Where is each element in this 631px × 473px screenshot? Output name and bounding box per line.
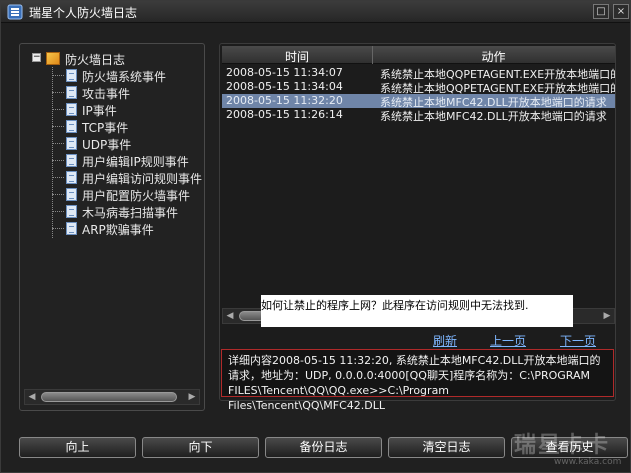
refresh-link[interactable]: 刷新 xyxy=(433,332,457,349)
tree-item-label: 木马病毒扫描事件 xyxy=(82,206,179,220)
tree-item-label: 防火墙系统事件 xyxy=(82,70,167,84)
tree-item-config-events[interactable]: 用户配置防火墙事件 xyxy=(30,186,206,203)
tree-item-label: TCP事件 xyxy=(82,121,129,135)
log-category-panel: − 防火墙日志 防火墙系统事件 攻击事件 IP事件 TCP事件 UDP事件 用户… xyxy=(19,43,205,411)
move-down-button[interactable]: 向下 xyxy=(142,437,259,458)
view-history-button[interactable]: 查看历史 xyxy=(511,437,628,458)
rising-shield-icon xyxy=(7,4,23,20)
tree-item-ip-rule-edit-events[interactable]: 用户编辑IP规则事件 xyxy=(30,152,206,169)
document-icon xyxy=(66,137,77,150)
tree-item-label: IP事件 xyxy=(82,104,117,118)
tree-item-ip-events[interactable]: IP事件 xyxy=(30,101,206,118)
folder-icon xyxy=(46,52,60,65)
column-header-action[interactable]: 动作 xyxy=(372,48,615,65)
window-title: 瑞星个人防火墙日志 xyxy=(29,6,138,20)
log-detail-box: 详细内容2008-05-15 11:32:20, 系统禁止本地MFC42.DLL… xyxy=(221,349,614,412)
move-up-button[interactable]: 向上 xyxy=(19,437,136,458)
scroll-left-icon[interactable]: ◀ xyxy=(225,311,235,321)
document-icon xyxy=(66,171,77,184)
scroll-right-icon[interactable]: ▶ xyxy=(187,392,197,402)
firewall-log-window: 瑞星个人防火墙日志 □ × − 防火墙日志 防火墙系统事件 攻击事件 IP事件 xyxy=(0,0,631,473)
tree-item-tcp-events[interactable]: TCP事件 xyxy=(30,118,206,135)
watermark-url: www.kaka.com xyxy=(554,457,622,467)
log-category-tree: − 防火墙日志 防火墙系统事件 攻击事件 IP事件 TCP事件 UDP事件 用户… xyxy=(30,50,206,238)
tree-item-label: ARP欺骗事件 xyxy=(82,223,154,237)
previous-page-link[interactable]: 上一页 xyxy=(490,332,526,349)
collapse-icon[interactable]: − xyxy=(32,53,41,62)
tree-item-system-events[interactable]: 防火墙系统事件 xyxy=(30,67,206,84)
annotation-tooltip: 如何让禁止的程序上网？此程序在访问规则中无法找到. xyxy=(261,295,573,327)
scroll-right-icon[interactable]: ▶ xyxy=(602,311,612,321)
tree-item-arp-events[interactable]: ARP欺骗事件 xyxy=(30,220,206,237)
document-icon xyxy=(66,188,77,201)
tree-item-label: 用户编辑IP规则事件 xyxy=(82,155,189,169)
tree-root[interactable]: − 防火墙日志 xyxy=(30,50,206,67)
scroll-left-icon[interactable]: ◀ xyxy=(27,392,37,402)
row-time: 2008-05-15 11:26:14 xyxy=(226,108,343,121)
pagination: 刷新 上一页 下一页 xyxy=(219,332,616,348)
table-row[interactable]: 2008-05-15 11:34:04 系统禁止本地QQPETAGENT.EXE… xyxy=(222,80,615,95)
tree-item-label: 用户编辑访问规则事件 xyxy=(82,172,203,186)
tree-item-attack-events[interactable]: 攻击事件 xyxy=(30,84,206,101)
row-time: 2008-05-15 11:34:04 xyxy=(226,80,343,93)
close-button[interactable]: × xyxy=(613,4,629,19)
tree-item-udp-events[interactable]: UDP事件 xyxy=(30,135,206,152)
row-time: 2008-05-15 11:32:20 xyxy=(226,94,343,107)
document-icon xyxy=(66,222,77,235)
row-time: 2008-05-15 11:34:07 xyxy=(226,66,343,79)
table-row[interactable]: 2008-05-15 11:34:07 系统禁止本地QQPETAGENT.EXE… xyxy=(222,66,615,81)
clear-log-button[interactable]: 清空日志 xyxy=(388,437,505,458)
table-row-selected[interactable]: 2008-05-15 11:32:20 系统禁止本地MFC42.DLL开放本地端… xyxy=(222,94,615,109)
document-icon xyxy=(66,154,77,167)
tree-item-label: 攻击事件 xyxy=(82,87,131,101)
table-row[interactable]: 2008-05-15 11:26:14 系统禁止本地MFC42.DLL开放本地端… xyxy=(222,108,615,123)
tree-root-label: 防火墙日志 xyxy=(65,53,126,67)
document-icon xyxy=(66,120,77,133)
document-icon xyxy=(66,69,77,82)
scrollbar-thumb[interactable] xyxy=(41,392,177,402)
tree-item-virus-scan-events[interactable]: 木马病毒扫描事件 xyxy=(30,203,206,220)
tree-item-access-rule-edit-events[interactable]: 用户编辑访问规则事件 xyxy=(30,169,206,186)
table-header: 时间 动作 xyxy=(222,46,615,64)
row-action: 系统禁止本地MFC42.DLL开放本地端口的请求 xyxy=(380,110,607,123)
column-header-time[interactable]: 时间 xyxy=(222,48,372,65)
tree-item-label: UDP事件 xyxy=(82,138,132,152)
tree-horizontal-scrollbar[interactable]: ◀ ▶ xyxy=(24,389,200,405)
backup-log-button[interactable]: 备份日志 xyxy=(265,437,382,458)
title-bar[interactable]: 瑞星个人防火墙日志 □ × xyxy=(1,1,630,23)
document-icon xyxy=(66,103,77,116)
tree-item-label: 用户配置防火墙事件 xyxy=(82,189,191,203)
restore-button[interactable]: □ xyxy=(593,4,609,19)
next-page-link[interactable]: 下一页 xyxy=(560,332,596,349)
document-icon xyxy=(66,205,77,218)
document-icon xyxy=(66,86,77,99)
